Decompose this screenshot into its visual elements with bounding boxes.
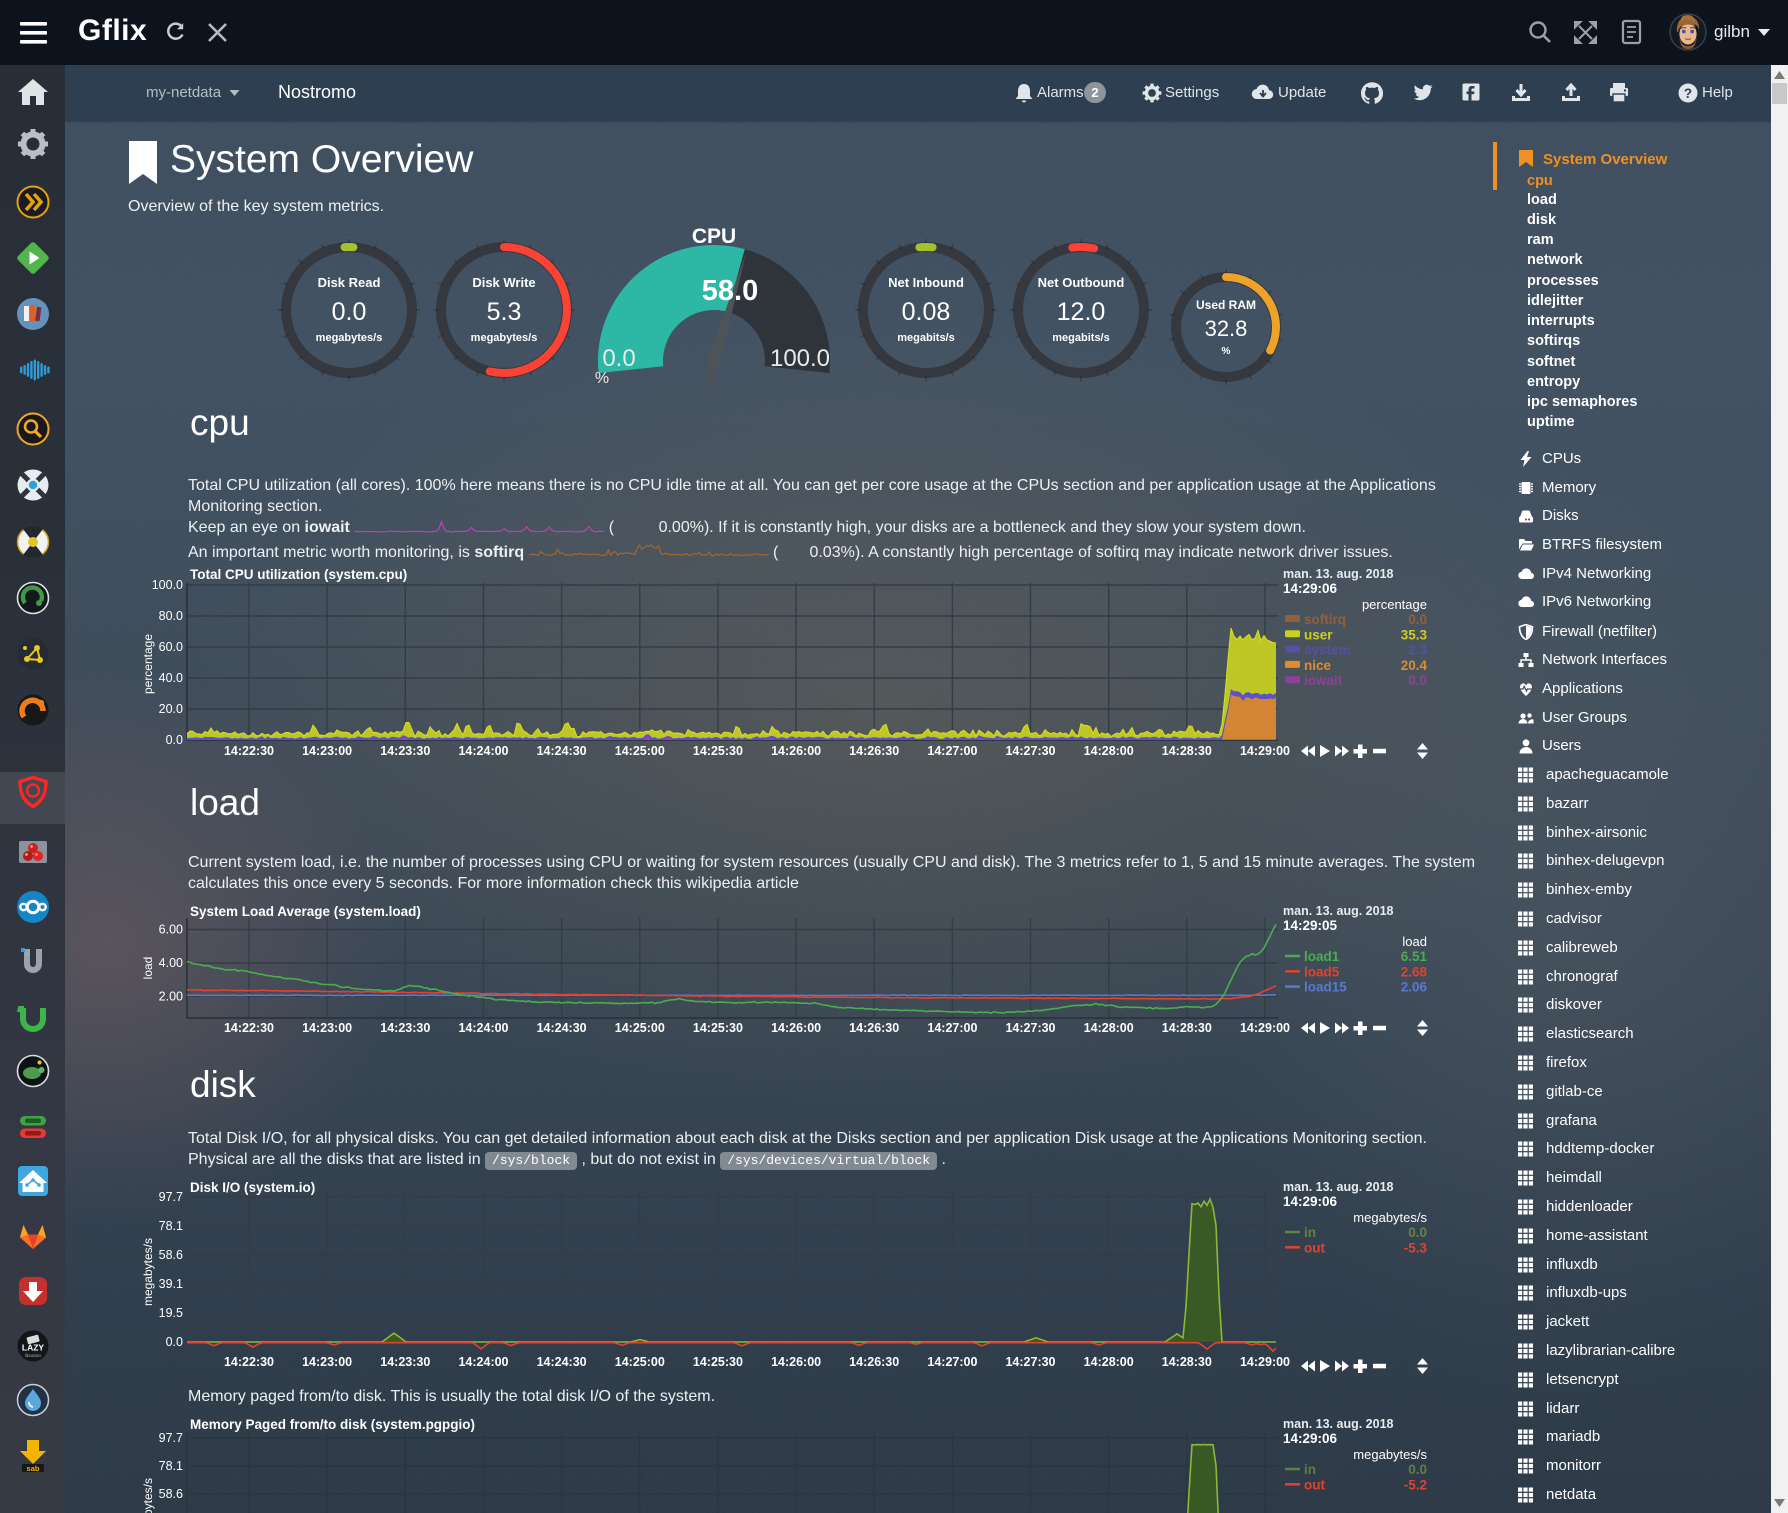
svg-text:librarian: librarian (25, 1353, 42, 1358)
svg-text:?: ? (1684, 86, 1692, 101)
svg-text:sab: sab (27, 1464, 40, 1473)
svg-text:LAZY: LAZY (22, 1343, 45, 1353)
